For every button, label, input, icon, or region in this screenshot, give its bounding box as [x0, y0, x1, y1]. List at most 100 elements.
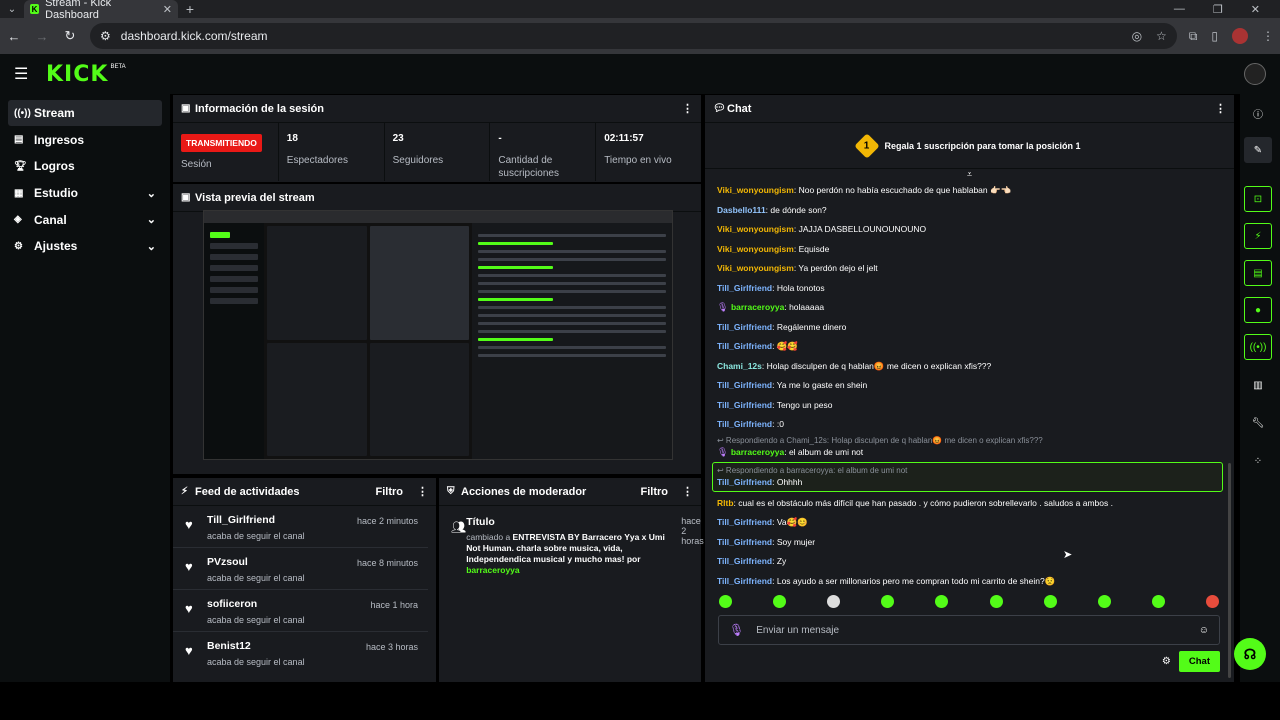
back-icon[interactable]: ←	[6, 29, 22, 44]
stream-preview-video[interactable]	[203, 210, 673, 460]
chat-username[interactable]: Till_Girlfriend	[717, 283, 772, 293]
emote-icon[interactable]	[719, 595, 732, 608]
chat-username[interactable]: Till_Girlfriend	[717, 477, 772, 487]
site-info-icon[interactable]: ⚙	[100, 29, 111, 43]
browser-tab[interactable]: K Stream - Kick Dashboard ✕	[24, 0, 178, 21]
new-tab-icon[interactable]: +	[178, 1, 202, 17]
user-avatar[interactable]	[1244, 63, 1266, 85]
mod-action-item: 👥︎ Título cambiado a ENTREVISTA BY Barra…	[439, 506, 704, 576]
emote-icon[interactable]	[1205, 595, 1219, 608]
document-icon[interactable]: ▤	[1244, 260, 1272, 286]
more-options-icon[interactable]: ⋮	[1215, 102, 1226, 115]
info-icon[interactable]: ⓘ	[1244, 100, 1272, 126]
sidebar-item-estudio[interactable]: ▦ Estudio ⌄	[8, 180, 162, 206]
sidebar-item-canal[interactable]: ◈ Canal ⌄	[8, 207, 162, 233]
browser-menu-icon[interactable]: ⋮	[1262, 29, 1274, 43]
chat-bubble-icon[interactable]: ●	[1244, 297, 1272, 323]
apps-icon[interactable]: ⁘	[1244, 448, 1272, 474]
forward-icon[interactable]: →	[34, 29, 50, 44]
help-support-button[interactable]: ☊	[1234, 638, 1266, 670]
hamburger-menu-icon[interactable]: ☰	[14, 64, 38, 84]
sidebar-item-stream[interactable]: ((•)) Stream	[8, 100, 162, 126]
emote-icon[interactable]	[773, 595, 787, 608]
wrench-icon[interactable]: 🔧︎	[1244, 410, 1272, 436]
right-tool-rail: ⓘ ✎ ⊡ ⚡︎ ▤ ● ((•)) ▥ 🔧︎ ⁘	[1240, 94, 1280, 682]
emote-icon[interactable]	[935, 595, 949, 608]
chat-input-placeholder: Enviar un mensaje	[756, 624, 840, 636]
extensions-icon[interactable]: ⧉	[1189, 29, 1198, 44]
feed-username[interactable]: Benist12	[207, 640, 305, 652]
chat-username[interactable]: Till_Girlfriend	[717, 517, 772, 527]
broadcast-icon[interactable]: ((•))	[1244, 334, 1272, 360]
chat-username[interactable]: Till_Girlfriend	[717, 537, 772, 547]
chat-message: Till_Girlfriend: Ya me lo gaste en shein	[717, 380, 868, 390]
chat-username[interactable]: Till_Girlfriend	[717, 341, 772, 351]
close-window-icon[interactable]: ✕	[1251, 3, 1260, 16]
url-field[interactable]: ⚙ dashboard.kick.com/stream ◎ ☆	[90, 23, 1177, 49]
more-options-icon[interactable]: ⋮	[682, 485, 693, 498]
chat-input[interactable]: 🎙︎ Enviar un mensaje ☺	[718, 615, 1220, 645]
chat-username[interactable]: Till_Girlfriend	[717, 419, 772, 429]
tab-close-icon[interactable]: ✕	[163, 3, 172, 16]
chat-username[interactable]: Chami_12s	[717, 361, 762, 371]
layers-icon[interactable]: ▥	[1244, 372, 1272, 398]
highlighted-reply: ↩ Respondiendo a barraceroyya: el album …	[712, 461, 1223, 492]
gift-sub-banner[interactable]: 1 Regala 1 suscripción para tomar la pos…	[705, 123, 1234, 169]
chat-username[interactable]: Dasbello111	[717, 205, 766, 215]
feed-username[interactable]: PVzsoul	[207, 556, 305, 568]
send-chat-button[interactable]: Chat	[1178, 651, 1220, 672]
minimize-icon[interactable]: —	[1174, 3, 1185, 16]
emote-icon[interactable]	[1043, 595, 1057, 608]
emote-icon[interactable]	[989, 595, 1003, 608]
chat-scrollbar[interactable]	[1228, 463, 1231, 678]
lightning-icon[interactable]: ⚡︎	[1244, 223, 1272, 249]
filter-button[interactable]: Filtro	[641, 486, 669, 498]
chat-settings-icon[interactable]: ⚙	[1162, 656, 1171, 667]
reload-icon[interactable]: ↻	[62, 28, 78, 44]
chat-username[interactable]: barraceroyya	[731, 302, 784, 312]
emote-icon[interactable]	[881, 595, 895, 608]
sidebar-item-ingresos[interactable]: ▤ Ingresos	[8, 127, 162, 153]
emote-icon[interactable]	[1097, 595, 1111, 608]
tab-search-icon[interactable]: ⌄	[0, 4, 24, 15]
chat-message: Till_Girlfriend: Zy	[717, 556, 787, 566]
chat-username[interactable]: Till_Girlfriend	[717, 400, 772, 410]
list-item: ♥ Benist12 acaba de seguir el canal hace…	[173, 632, 428, 673]
edit-icon[interactable]: ✎	[1244, 137, 1272, 163]
chat-username[interactable]: Viki_wonyoungism	[717, 185, 794, 195]
chat-message: Till_Girlfriend: :0	[717, 419, 784, 429]
kick-logo[interactable]: KICK	[46, 62, 108, 87]
feed-action: acaba de seguir el canal	[207, 615, 305, 625]
chat-username[interactable]: Rltb	[717, 498, 734, 508]
chat-username[interactable]: Till_Girlfriend	[717, 380, 772, 390]
chat-username[interactable]: Till_Girlfriend	[717, 322, 772, 332]
chat-username[interactable]: Viki_wonyoungism	[717, 263, 794, 273]
emote-icon[interactable]	[827, 595, 841, 608]
sidebar-item-ajustes[interactable]: ⚙ Ajustes ⌄	[8, 233, 162, 259]
heart-icon: ♥	[185, 601, 193, 616]
profile-avatar[interactable]	[1232, 28, 1248, 44]
chat-username[interactable]: Viki_wonyoungism	[717, 224, 794, 234]
more-options-icon[interactable]: ⋮	[682, 102, 693, 115]
chat-username[interactable]: Till_Girlfriend	[717, 556, 772, 566]
emoji-icon[interactable]: ☺	[1199, 625, 1209, 636]
chat-username[interactable]: Viki_wonyoungism	[717, 244, 794, 254]
feed-username[interactable]: sofiiceron	[207, 598, 305, 610]
emote-icon[interactable]	[1151, 595, 1165, 608]
chat-message: Viki_wonyoungism: Equisde	[717, 243, 830, 254]
sidepanel-icon[interactable]: ▯	[1211, 29, 1218, 43]
filter-button[interactable]: Filtro	[376, 486, 404, 498]
chat-username[interactable]: barraceroyya	[731, 447, 784, 457]
eye-off-icon[interactable]: ◎	[1132, 29, 1142, 43]
feed-username[interactable]: Till_Girlfriend	[207, 514, 305, 526]
restore-icon[interactable]: ❐	[1213, 3, 1223, 16]
capture-icon[interactable]: ⊡	[1244, 186, 1272, 212]
preview-sidebar	[204, 223, 264, 459]
chat-username[interactable]: Till_Girlfriend	[717, 576, 772, 586]
bookmark-star-icon[interactable]: ☆	[1156, 29, 1167, 43]
mod-username[interactable]: barraceroyya	[466, 565, 519, 575]
sidebar-item-logros[interactable]: 🏆︎ Logros	[8, 153, 162, 179]
chevron-down-icon: ⌄	[146, 240, 156, 253]
more-options-icon[interactable]: ⋮	[417, 485, 428, 498]
pinned-expand-icon[interactable]: ⩡	[705, 169, 1234, 179]
